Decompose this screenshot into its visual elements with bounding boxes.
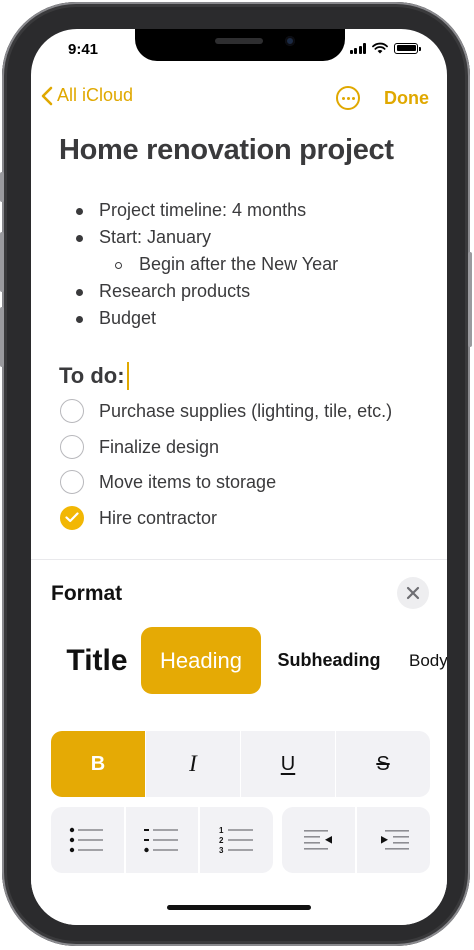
list-item[interactable]: Research products xyxy=(31,281,447,308)
outdent-icon xyxy=(303,830,332,850)
checkbox-circle-icon[interactable] xyxy=(60,470,84,494)
dashed-list-button[interactable] xyxy=(125,807,199,873)
list-item-text: Begin after the New Year xyxy=(139,254,339,274)
checkmark-icon xyxy=(65,512,79,523)
chevron-left-icon xyxy=(41,86,53,105)
checklist-item: Move items to storage xyxy=(31,470,447,506)
list-item[interactable]: Budget xyxy=(31,308,447,335)
checkbox-circle-icon[interactable] xyxy=(60,434,84,459)
side-button xyxy=(0,172,4,202)
svg-text:1: 1 xyxy=(219,826,224,835)
status-icons xyxy=(349,42,421,54)
done-button[interactable]: Done xyxy=(384,88,429,109)
close-icon xyxy=(406,586,420,600)
list-item-text: Project timeline: 4 months xyxy=(99,200,307,220)
list-item-text: Budget xyxy=(99,308,157,328)
battery-icon xyxy=(394,42,421,54)
speaker xyxy=(215,38,263,44)
checklist: Purchase supplies (lighting, tile, etc.)… xyxy=(31,399,447,541)
list-style-group: 1 2 3 xyxy=(51,807,273,873)
text-style-row: B I U S xyxy=(51,731,430,797)
bullet-list: Project timeline: 4 months Start: Januar… xyxy=(31,200,447,335)
ellipsis-circle-icon xyxy=(341,96,345,100)
cellular-signal-icon xyxy=(349,42,366,54)
checkbox-checked-icon[interactable] xyxy=(60,505,84,530)
home-indicator[interactable] xyxy=(167,905,311,910)
todo-heading[interactable]: To do: xyxy=(59,362,129,390)
checklist-item: Purchase supplies (lighting, tile, etc.) xyxy=(31,399,447,435)
style-title-button[interactable]: Title xyxy=(57,627,137,694)
bullet-dot xyxy=(76,316,83,323)
notch xyxy=(135,29,345,61)
numbered-list-icon: 1 2 3 xyxy=(219,826,253,854)
volume-down-button xyxy=(0,307,4,367)
bulleted-list-icon xyxy=(70,827,104,853)
list-item[interactable]: Project timeline: 4 months xyxy=(31,200,447,227)
wifi-icon xyxy=(372,42,388,54)
indent-button[interactable] xyxy=(357,807,430,873)
numbered-list-button[interactable]: 1 2 3 xyxy=(200,807,273,873)
hollow-bullet-dot xyxy=(115,262,122,269)
phone-frame: 9:41 All iCloud Done Home renovation pro… xyxy=(0,2,472,946)
camera xyxy=(285,36,295,46)
checkbox-circle-icon[interactable] xyxy=(60,399,84,423)
note-title[interactable]: Home renovation project xyxy=(59,134,394,167)
checklist-item-text[interactable]: Finalize design xyxy=(99,437,219,458)
ellipsis-dot xyxy=(346,96,350,100)
underline-button[interactable]: U xyxy=(241,731,335,797)
bullet-dot xyxy=(76,289,83,296)
bullet-dot xyxy=(76,235,83,242)
back-button[interactable]: All iCloud xyxy=(41,85,133,106)
svg-text:3: 3 xyxy=(219,846,224,854)
italic-button[interactable]: I xyxy=(146,731,240,797)
bullet-dot xyxy=(76,208,83,215)
close-format-button[interactable] xyxy=(397,577,429,609)
paragraph-style-row: Title Heading Subheading Body xyxy=(31,627,447,695)
volume-up-button xyxy=(0,232,4,292)
svg-text:2: 2 xyxy=(219,836,224,845)
text-cursor xyxy=(126,362,129,390)
outdent-button[interactable] xyxy=(282,807,355,873)
checklist-item-text[interactable]: Hire contractor xyxy=(99,508,217,529)
list-item-text: Research products xyxy=(99,281,251,301)
indent-group xyxy=(282,807,430,873)
bold-button[interactable]: B xyxy=(51,731,145,797)
status-time: 9:41 xyxy=(68,41,99,58)
todo-heading-text: To do: xyxy=(59,363,125,388)
more-options-button[interactable] xyxy=(336,86,360,110)
screen: 9:41 All iCloud Done Home renovation pro… xyxy=(31,29,447,925)
checklist-item-text[interactable]: Move items to storage xyxy=(99,472,276,493)
power-button xyxy=(468,252,472,347)
style-subheading-button[interactable]: Subheading xyxy=(269,627,389,694)
list-item[interactable]: Start: January xyxy=(31,227,447,254)
checklist-item: Finalize design xyxy=(31,434,447,471)
dashed-list-icon xyxy=(144,829,178,853)
style-body-button[interactable]: Body xyxy=(409,627,447,694)
back-button-label: All iCloud xyxy=(57,85,134,105)
list-item-nested[interactable]: Begin after the New Year xyxy=(31,254,447,281)
strikethrough-button[interactable]: S xyxy=(336,731,430,797)
ellipsis-dot xyxy=(351,96,355,100)
format-panel-title: Format xyxy=(51,582,123,605)
checklist-item: Hire contractor xyxy=(31,505,447,542)
format-panel: Format Title Heading Subheading Body B I… xyxy=(31,559,447,925)
style-heading-button[interactable]: Heading xyxy=(141,627,261,694)
indent-icon xyxy=(380,830,409,850)
bulleted-list-button[interactable] xyxy=(51,807,124,873)
checklist-item-text[interactable]: Purchase supplies (lighting, tile, etc.) xyxy=(99,401,392,422)
list-item-text: Start: January xyxy=(99,227,212,247)
